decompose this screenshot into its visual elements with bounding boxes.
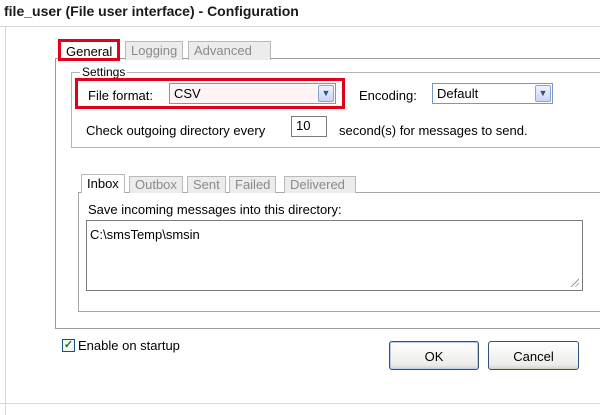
check-interval-suffix: second(s) for messages to send. — [339, 123, 528, 138]
bottom-divider — [0, 403, 600, 404]
cancel-button[interactable]: Cancel — [488, 341, 579, 370]
check-interval-label: Check outgoing directory every — [86, 123, 266, 138]
file-format-select[interactable]: CSV ▼ — [169, 83, 336, 104]
chevron-down-icon[interactable]: ▼ — [535, 85, 551, 102]
tab-logging[interactable]: Logging — [125, 41, 184, 60]
inbox-directory-value: C:\smsTemp\smsin — [90, 227, 200, 242]
tab-sent[interactable]: Sent — [187, 176, 226, 193]
inbox-directory-label: Save incoming messages into this directo… — [88, 202, 342, 217]
inbox-directory-input[interactable]: C:\smsTemp\smsin — [86, 220, 583, 291]
left-divider — [5, 27, 6, 415]
enable-on-startup-label[interactable]: Enable on startup — [78, 338, 180, 353]
tab-general[interactable]: General — [58, 39, 121, 61]
chevron-down-icon[interactable]: ▼ — [318, 85, 334, 102]
tab-outbox[interactable]: Outbox — [129, 176, 183, 193]
check-interval-input[interactable]: 10 — [291, 116, 327, 137]
enable-on-startup-checkbox[interactable]: ✓ — [62, 339, 75, 352]
ok-button[interactable]: OK — [389, 341, 479, 370]
window-title: file_user (File user interface) - Config… — [4, 3, 299, 19]
tab-failed[interactable]: Failed — [229, 176, 277, 193]
tab-delivered[interactable]: Delivered — [284, 176, 356, 193]
encoding-value: Default — [437, 86, 479, 101]
tab-inbox[interactable]: Inbox — [81, 174, 125, 193]
encoding-label: Encoding: — [359, 88, 417, 103]
title-divider — [0, 26, 600, 27]
resize-grip-icon[interactable] — [569, 277, 579, 287]
settings-legend: Settings — [80, 65, 128, 79]
file-format-label: File format: — [88, 88, 154, 103]
tab-advanced[interactable]: Advanced — [188, 41, 271, 60]
encoding-select[interactable]: Default ▼ — [432, 83, 553, 104]
file-format-value: CSV — [174, 86, 201, 101]
